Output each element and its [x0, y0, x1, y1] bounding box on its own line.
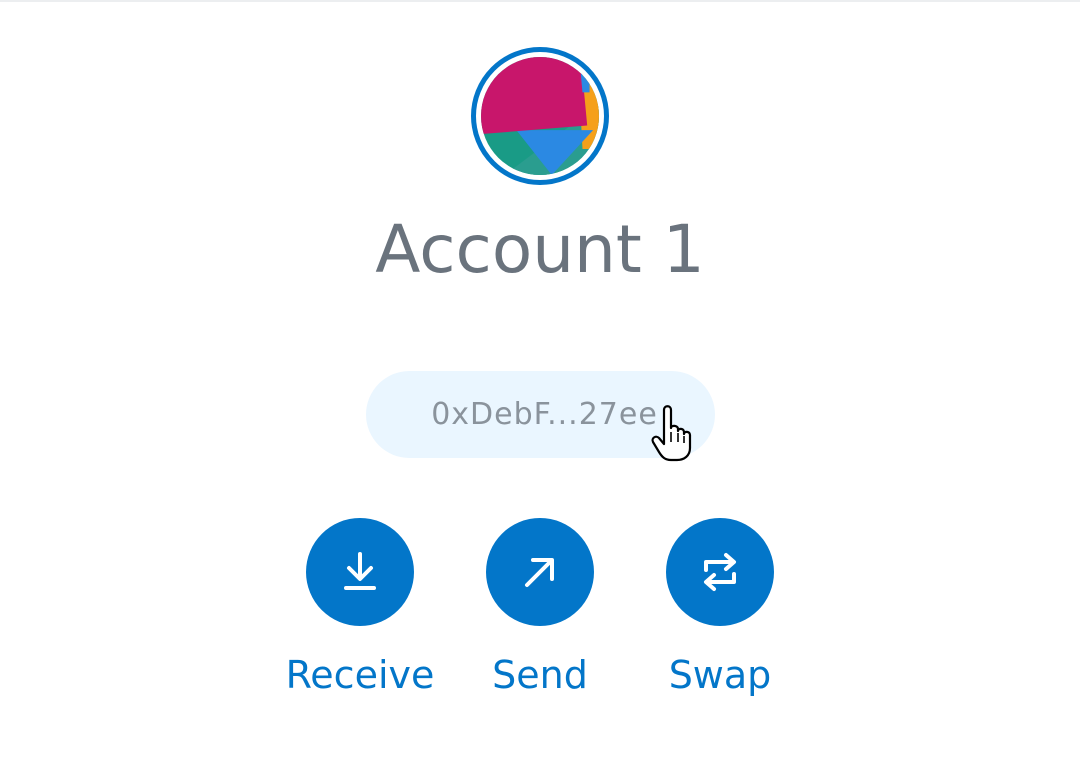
copy-address-button[interactable]: 0xDebF...27ee [366, 371, 715, 458]
send-label: Send [492, 653, 588, 697]
receive-button[interactable]: Receive [270, 518, 450, 698]
account-avatar[interactable] [471, 47, 609, 185]
send-icon-circle[interactable] [486, 518, 594, 626]
swap-button[interactable]: Swap [630, 518, 810, 698]
swap-icon-circle[interactable] [666, 518, 774, 626]
send-button[interactable]: Send [450, 518, 630, 698]
swap-label: Swap [668, 653, 772, 697]
receive-label: Receive [285, 653, 435, 697]
account-address: 0xDebF...27ee [431, 397, 658, 432]
arrow-up-right-icon [525, 558, 554, 587]
swap-arrows-icon [704, 553, 736, 591]
receive-icon-circle[interactable] [306, 518, 414, 626]
download-icon [344, 552, 376, 590]
account-name: Account 1 [375, 211, 705, 288]
jazzicon-avatar [481, 57, 599, 175]
top-divider [0, 0, 1080, 2]
